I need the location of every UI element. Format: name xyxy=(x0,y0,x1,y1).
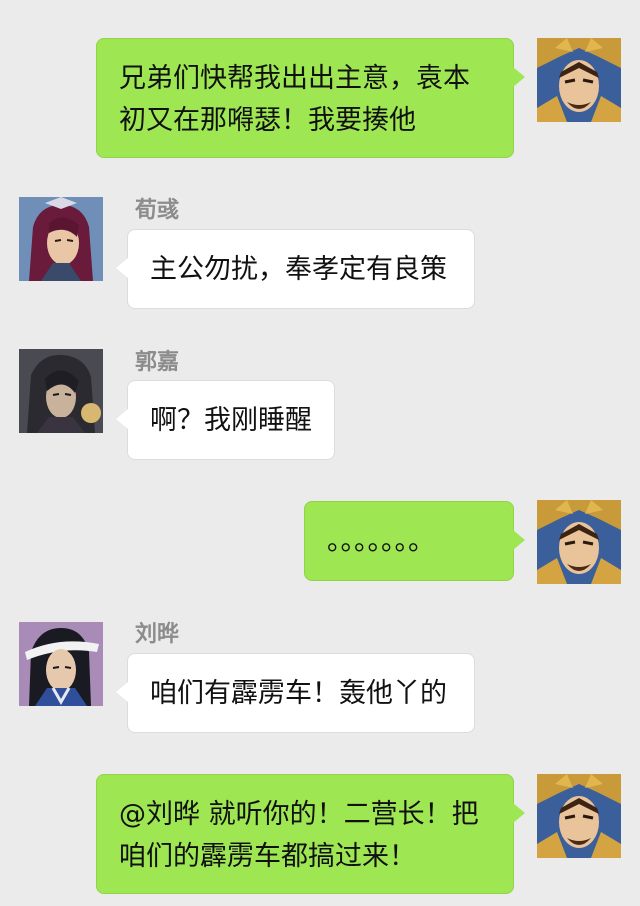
cao-cao-avatar[interactable] xyxy=(537,500,621,584)
guo-jia-avatar[interactable] xyxy=(19,349,103,433)
message-bubble[interactable]: 。。。。。。。 xyxy=(304,501,525,581)
liu-ye-avatar-image xyxy=(19,622,103,706)
message-bubble[interactable]: 主公勿扰，奉孝定有良策 xyxy=(116,229,475,309)
sender-name: 刘晔 xyxy=(135,622,180,647)
cao-cao-avatar[interactable] xyxy=(537,38,621,122)
cao-cao-avatar-image xyxy=(537,774,621,858)
bubble-tail xyxy=(116,682,128,702)
cao-cao-avatar[interactable] xyxy=(537,774,621,858)
sender-name: 荀彧 xyxy=(135,198,180,223)
message-bubble[interactable]: @刘晔 就听你的！二营长！把咱们的霹雳车都搞过来！ xyxy=(96,774,525,894)
message-bubble[interactable]: 啊？我刚睡醒 xyxy=(116,380,335,460)
message-bubble[interactable]: 兄弟们快帮我出出主意，袁本初又在那嘚瑟！我要揍他 xyxy=(96,38,525,158)
bubble-tail xyxy=(116,409,128,429)
xun-yu-avatar[interactable] xyxy=(19,197,103,281)
cao-cao-avatar-image xyxy=(537,38,621,122)
message-text: 咱们有霹雳车！轰他丫的 xyxy=(150,678,447,709)
message-bubble[interactable]: 咱们有霹雳车！轰他丫的 xyxy=(116,653,475,733)
message-text: 啊？我刚睡醒 xyxy=(150,405,312,436)
liu-ye-avatar[interactable] xyxy=(19,622,103,706)
bubble-tail xyxy=(116,258,128,278)
message-text: 兄弟们快帮我出出主意，袁本初又在那嘚瑟！我要揍他 xyxy=(119,63,470,136)
cao-cao-avatar-image xyxy=(537,500,621,584)
bubble-tail xyxy=(513,67,525,87)
bubble-tail xyxy=(513,803,525,823)
guo-jia-avatar-image xyxy=(19,349,103,433)
xun-yu-avatar-image xyxy=(19,197,103,281)
message-text: @刘晔 就听你的！二营长！把咱们的霹雳车都搞过来！ xyxy=(119,799,479,872)
message-text: 。。。。。。。 xyxy=(327,526,435,557)
sender-name: 郭嘉 xyxy=(135,350,180,375)
bubble-tail xyxy=(513,530,525,550)
message-text: 主公勿扰，奉孝定有良策 xyxy=(150,254,447,285)
